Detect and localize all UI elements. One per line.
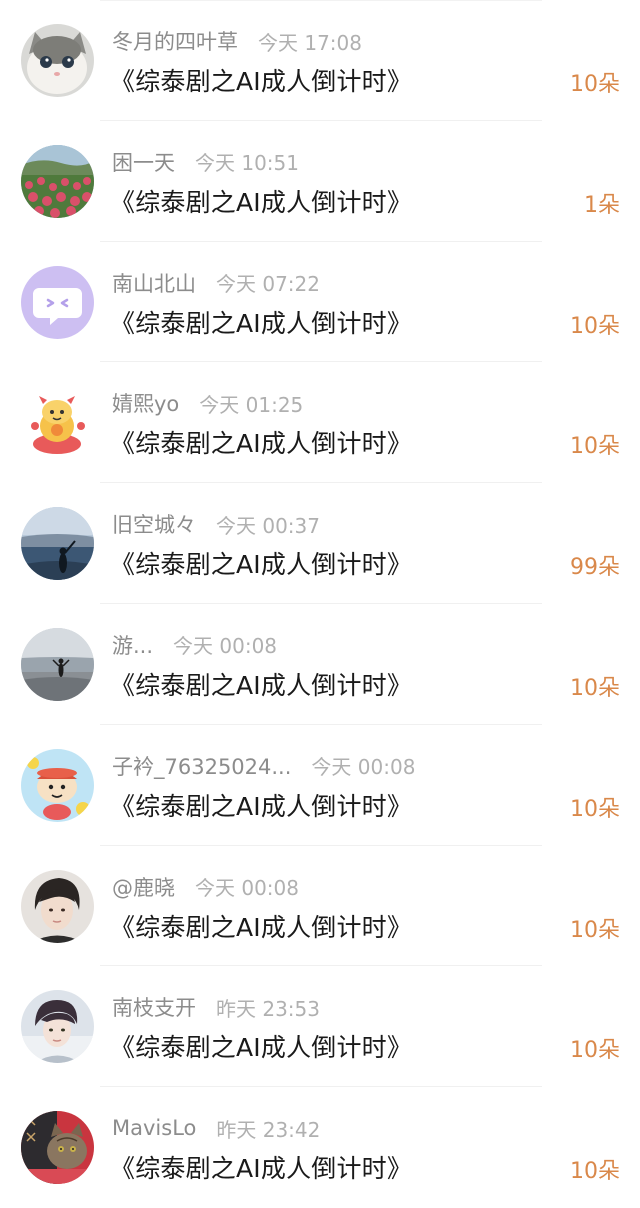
timestamp: 今天 01:25	[199, 392, 304, 417]
tulip-field-avatar-icon[interactable]	[21, 144, 94, 218]
user-name[interactable]: 南枝支开	[112, 992, 196, 1022]
gift-count: 10朵	[570, 313, 620, 339]
gift-count: 10朵	[570, 1038, 620, 1064]
user-name[interactable]: 南山北山	[112, 268, 196, 298]
user-name[interactable]: 冬月的四叶草	[112, 26, 238, 56]
book-title[interactable]: 《综泰剧之AI成人倒计时》	[110, 304, 412, 340]
cat-avatar-icon[interactable]	[21, 24, 94, 97]
list-item[interactable]: 婧熙yo 今天 01:25 《综泰剧之AI成人倒计时》 10朵	[0, 362, 640, 484]
gift-count: 10朵	[570, 72, 620, 97]
book-title[interactable]: 《综泰剧之AI成人倒计时》	[110, 787, 412, 823]
timestamp: 今天 00:08	[195, 876, 299, 901]
portrait-avatar-icon[interactable]	[21, 990, 94, 1064]
user-name[interactable]: 困一天	[112, 147, 175, 177]
list-item[interactable]: 南山北山 今天 07:22 《综泰剧之AI成人倒计时》 10朵	[0, 242, 640, 363]
book-title[interactable]: 《综泰剧之AI成人倒计时》	[110, 545, 412, 581]
list-item[interactable]: MavisLo 昨天 23:42 《综泰剧之AI成人倒计时》 10朵	[0, 1087, 640, 1208]
gift-count: 10朵	[570, 434, 620, 460]
timestamp: 昨天 23:42	[216, 1117, 321, 1142]
gift-record-list: 冬月的四叶草 今天 17:08 《综泰剧之AI成人倒计时》 10朵 困一天 今天…	[0, 0, 640, 1208]
item-meta: 冬月的四叶草 今天 17:08	[112, 26, 362, 56]
list-item[interactable]: @鹿晓 今天 00:08 《综泰剧之AI成人倒计时》 10朵	[0, 846, 640, 967]
list-item[interactable]: 旧空城々 今天 00:37 《综泰剧之AI成人倒计时》 99朵	[0, 483, 640, 604]
item-meta: MavisLo 昨天 23:42	[112, 1113, 320, 1143]
user-name[interactable]: 游...	[112, 630, 153, 660]
cartoon-character-avatar-icon[interactable]	[21, 748, 94, 822]
item-meta: 婧熙yo 今天 01:25	[112, 388, 303, 418]
user-name[interactable]: MavisLo	[112, 1116, 196, 1140]
divider	[100, 0, 542, 1]
user-name[interactable]: 旧空城々	[112, 509, 196, 539]
cat-photo-avatar-icon[interactable]	[21, 1111, 94, 1185]
lake-silhouette-avatar-icon[interactable]	[21, 507, 94, 581]
book-title[interactable]: 《综泰剧之AI成人倒计时》	[110, 183, 412, 219]
gift-count: 1朵	[584, 192, 620, 218]
gift-count: 10朵	[570, 917, 620, 943]
book-title[interactable]: 《综泰剧之AI成人倒计时》	[110, 424, 412, 460]
item-meta: 困一天 今天 10:51	[112, 147, 299, 177]
item-meta: @鹿晓 今天 00:08	[112, 872, 299, 902]
gift-count: 10朵	[570, 796, 620, 822]
item-meta: 游... 今天 00:08	[112, 630, 277, 660]
item-meta: 旧空城々 今天 00:37	[112, 509, 320, 539]
book-title[interactable]: 《综泰剧之AI成人倒计时》	[110, 1028, 412, 1064]
item-meta: 南枝支开 昨天 23:53	[112, 992, 320, 1022]
timestamp: 今天 00:37	[216, 513, 320, 538]
user-name[interactable]: @鹿晓	[112, 872, 175, 902]
default-chat-avatar-icon[interactable]	[21, 265, 94, 339]
list-item[interactable]: 困一天 今天 10:51 《综泰剧之AI成人倒计时》 1朵	[0, 121, 640, 242]
list-item[interactable]: 游... 今天 00:08 《综泰剧之AI成人倒计时》 10朵	[0, 604, 640, 725]
user-name[interactable]: 子衿_76325024...	[112, 751, 291, 781]
timestamp: 今天 10:51	[195, 151, 299, 176]
beach-silhouette-avatar-icon[interactable]	[21, 627, 94, 701]
gift-count: 10朵	[570, 675, 620, 701]
cartoon-dragon-avatar-icon[interactable]	[21, 386, 94, 460]
list-item[interactable]: 冬月的四叶草 今天 17:08 《综泰剧之AI成人倒计时》 10朵	[0, 0, 640, 121]
list-item[interactable]: 子衿_76325024... 今天 00:08 《综泰剧之AI成人倒计时》 10…	[0, 725, 640, 846]
portrait-avatar-icon[interactable]	[21, 869, 94, 943]
book-title[interactable]: 《综泰剧之AI成人倒计时》	[110, 666, 412, 702]
timestamp: 昨天 23:53	[216, 996, 320, 1021]
gift-count: 99朵	[570, 555, 620, 581]
book-title[interactable]: 《综泰剧之AI成人倒计时》	[110, 1149, 412, 1185]
item-meta: 子衿_76325024... 今天 00:08	[112, 751, 415, 781]
timestamp: 今天 17:08	[258, 30, 362, 55]
timestamp: 今天 07:22	[216, 272, 320, 297]
gift-count: 10朵	[570, 1159, 620, 1185]
timestamp: 今天 00:08	[311, 755, 416, 780]
book-title[interactable]: 《综泰剧之AI成人倒计时》	[110, 62, 412, 98]
list-item[interactable]: 南枝支开 昨天 23:53 《综泰剧之AI成人倒计时》 10朵	[0, 966, 640, 1088]
timestamp: 今天 00:08	[173, 634, 278, 659]
item-meta: 南山北山 今天 07:22	[112, 268, 320, 298]
user-name[interactable]: 婧熙yo	[112, 388, 179, 418]
book-title[interactable]: 《综泰剧之AI成人倒计时》	[110, 908, 412, 944]
